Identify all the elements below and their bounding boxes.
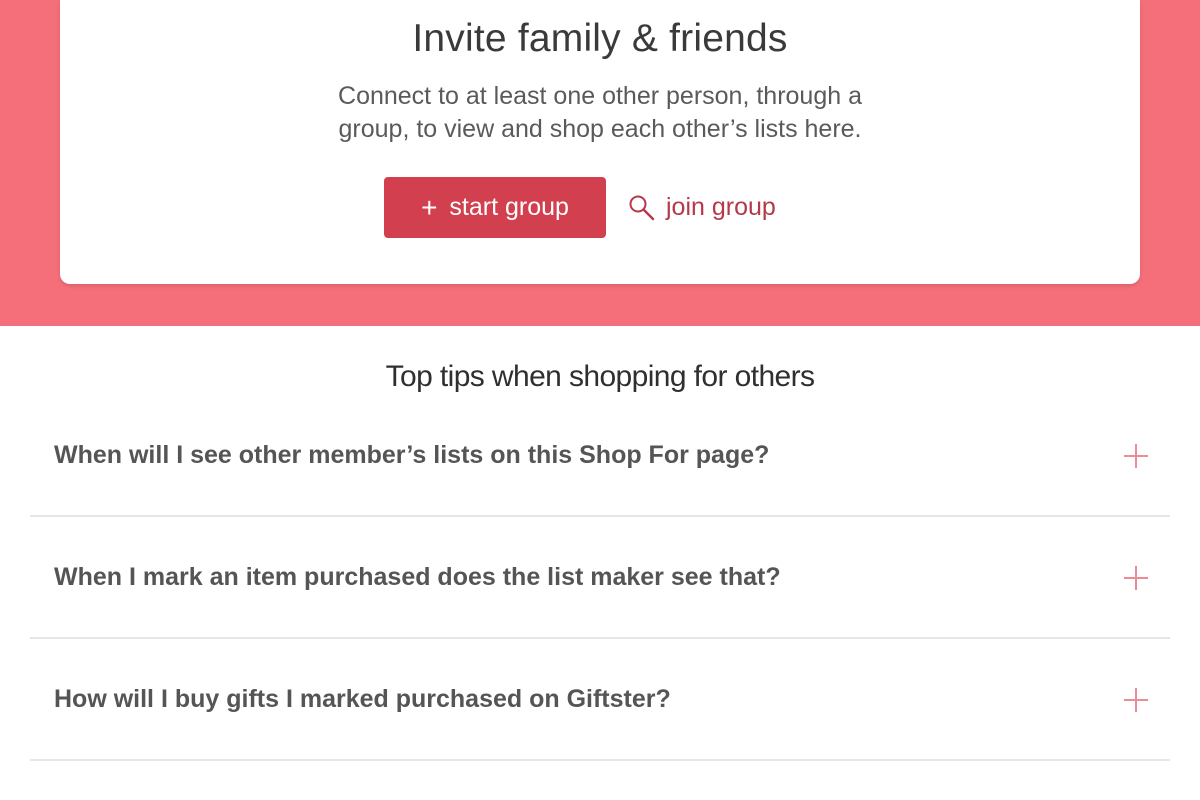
hero-banner: Invite family & friends Connect to at le… [0,0,1200,326]
join-group-link[interactable]: join group [628,177,776,238]
faq-item[interactable]: When will I see other member’s lists on … [30,396,1170,517]
plus-icon[interactable] [1124,565,1148,590]
plus-icon: + [421,191,438,223]
invite-card: Invite family & friends Connect to at le… [60,0,1140,284]
invite-subtitle: Connect to at least one other person, th… [338,82,862,143]
join-group-label: join group [666,193,776,221]
faq-question: When will I see other member’s lists on … [54,441,770,469]
search-icon [628,194,656,222]
faq-item[interactable]: When I mark an item purchased does the l… [30,518,1170,639]
invite-title: Invite family & friends [412,17,788,60]
start-group-label: start group [449,193,569,221]
tips-section-title: Top tips when shopping for others [385,360,815,393]
faq-item[interactable]: How will I buy gifts I marked purchased … [30,640,1170,761]
faq-question: When I mark an item purchased does the l… [54,563,781,591]
start-group-button[interactable]: + start group [384,177,606,238]
faq-question: How will I buy gifts I marked purchased … [54,685,671,713]
plus-icon[interactable] [1124,687,1148,712]
plus-icon[interactable] [1124,443,1148,468]
